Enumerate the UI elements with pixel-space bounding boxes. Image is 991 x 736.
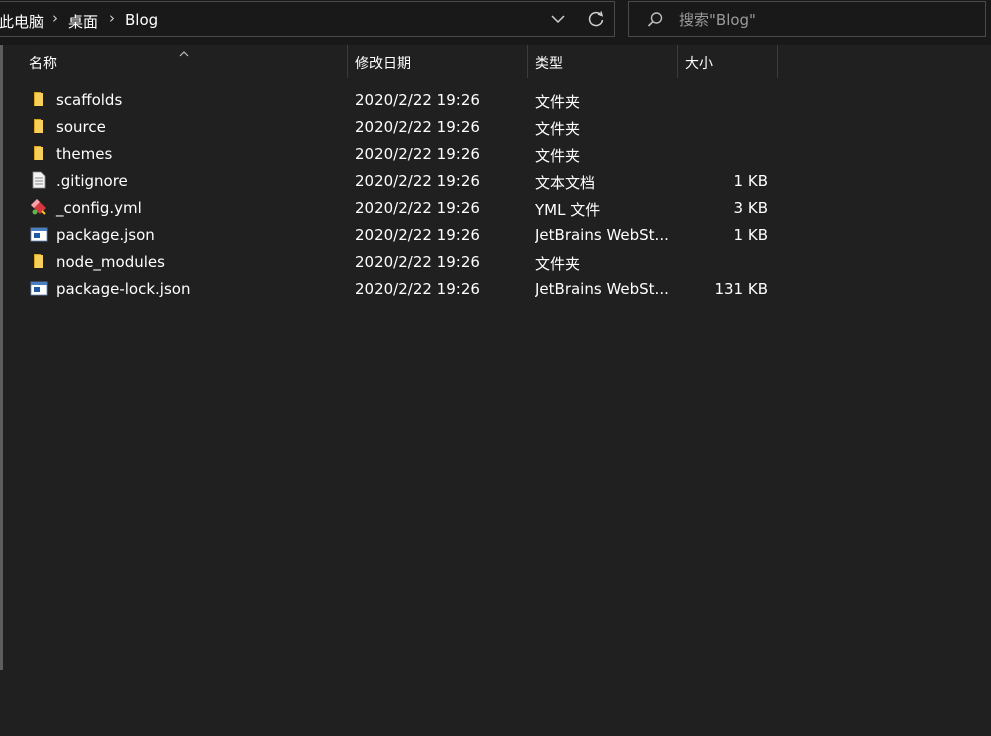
search-icon (645, 10, 665, 30)
file-name: scaffolds (56, 91, 123, 109)
column-header-size[interactable]: 大小 (685, 53, 713, 73)
address-toolbar: 此电脑 › 桌面 › Blog (0, 0, 991, 45)
file-modified-date: 2020/2/22 19:26 (355, 118, 480, 136)
webstorm-file-icon (30, 279, 48, 297)
file-modified-date: 2020/2/22 19:26 (355, 226, 480, 244)
file-modified-date: 2020/2/22 19:26 (355, 280, 480, 298)
file-size: 131 KB (714, 280, 768, 298)
chevron-down-icon[interactable] (547, 5, 569, 33)
file-size: 3 KB (733, 199, 768, 217)
file-modified-date: 2020/2/22 19:26 (355, 253, 480, 271)
file-name: .gitignore (56, 172, 128, 190)
file-modified-date: 2020/2/22 19:26 (355, 145, 480, 163)
file-size: 1 KB (733, 172, 768, 190)
file-size: 1 KB (733, 226, 768, 244)
file-name: themes (56, 145, 113, 163)
file-modified-date: 2020/2/22 19:26 (355, 172, 480, 190)
column-divider[interactable] (347, 45, 348, 78)
folder-icon (30, 117, 48, 135)
file-type: YML 文件 (535, 201, 601, 219)
folder-icon (30, 144, 48, 162)
file-type: 文件夹 (535, 147, 581, 165)
address-bar[interactable]: 此电脑 › 桌面 › Blog (0, 1, 615, 37)
file-name: package-lock.json (56, 280, 191, 298)
nav-pane-scrollbar[interactable] (0, 45, 3, 670)
text-file-icon (30, 171, 48, 189)
chevron-right-icon[interactable]: › (109, 9, 115, 27)
column-divider[interactable] (777, 45, 778, 78)
file-name: node_modules (56, 253, 165, 271)
file-type: 文本文档 (535, 174, 596, 192)
refresh-icon[interactable] (584, 5, 608, 33)
file-type: JetBrains WebSt... (535, 226, 669, 244)
file-name: source (56, 118, 106, 136)
column-header-type[interactable]: 类型 (535, 53, 563, 73)
folder-icon (30, 252, 48, 270)
search-box[interactable] (628, 1, 986, 37)
file-row[interactable]: _config.yml 2020/2/22 19:26 YML 文件 3 KB (22, 194, 792, 221)
file-row[interactable]: node_modules 2020/2/22 19:26 文件夹 (22, 248, 792, 275)
file-modified-date: 2020/2/22 19:26 (355, 199, 480, 217)
column-divider[interactable] (677, 45, 678, 78)
search-input[interactable] (677, 8, 971, 32)
file-name: _config.yml (56, 199, 142, 217)
sort-ascending-icon (178, 44, 190, 57)
yml-file-icon (30, 198, 48, 216)
file-row[interactable]: themes 2020/2/22 19:26 文件夹 (22, 140, 792, 167)
file-name: package.json (56, 226, 155, 244)
column-header: 名称 修改日期 类型 大小 (0, 45, 991, 79)
file-type: 文件夹 (535, 120, 581, 138)
column-header-modified[interactable]: 修改日期 (355, 53, 411, 73)
breadcrumb-blog[interactable]: Blog (125, 11, 158, 29)
column-divider[interactable] (527, 45, 528, 78)
column-header-name[interactable]: 名称 (29, 53, 57, 73)
breadcrumb-this-pc[interactable]: 此电脑 (0, 11, 44, 32)
file-type: 文件夹 (535, 255, 581, 273)
folder-icon (30, 90, 48, 108)
file-row[interactable]: source 2020/2/22 19:26 文件夹 (22, 113, 792, 140)
file-type: JetBrains WebSt... (535, 280, 669, 298)
chevron-right-icon[interactable]: › (52, 9, 58, 27)
file-modified-date: 2020/2/22 19:26 (355, 91, 480, 109)
webstorm-file-icon (30, 225, 48, 243)
file-type: 文件夹 (535, 93, 581, 111)
file-row[interactable]: .gitignore 2020/2/22 19:26 文本文档 1 KB (22, 167, 792, 194)
file-row[interactable]: package-lock.json 2020/2/22 19:26 JetBrain… (22, 275, 792, 302)
breadcrumb-desktop[interactable]: 桌面 (68, 11, 98, 32)
file-row[interactable]: package.json 2020/2/22 19:26 JetBrains Web… (22, 221, 792, 248)
file-row[interactable]: scaffolds 2020/2/22 19:26 文件夹 (22, 86, 792, 113)
